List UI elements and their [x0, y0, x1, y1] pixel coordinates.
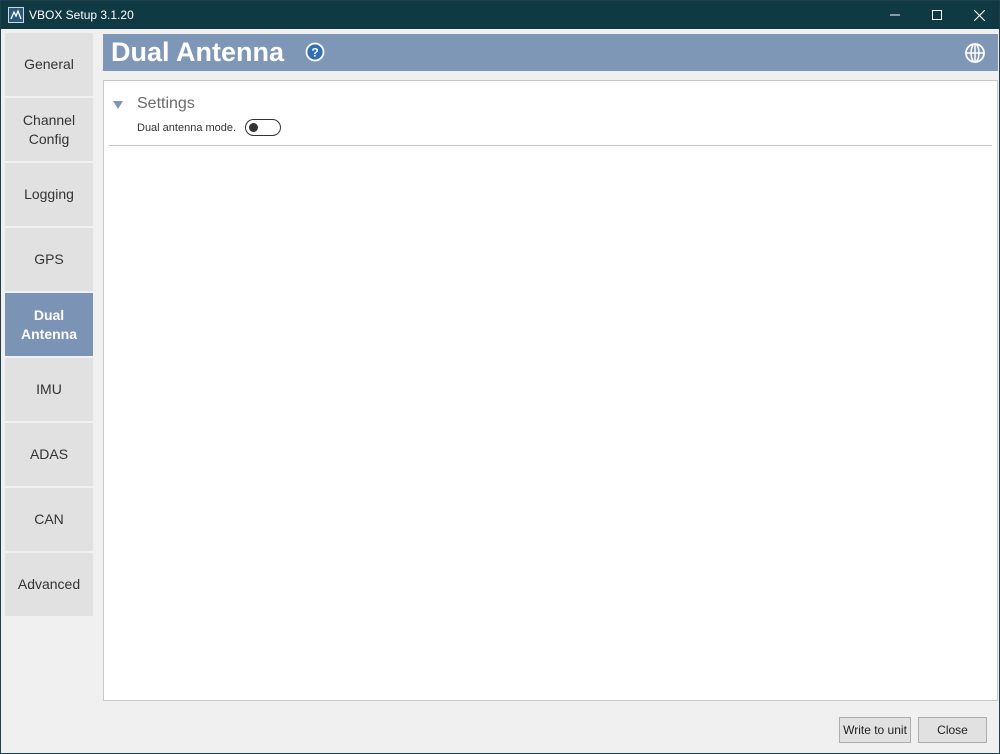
sidebar-item-dual-antenna[interactable]: Dual Antenna: [5, 293, 93, 356]
app-window: VBOX Setup 3.1.20 General Channel Config…: [0, 0, 1000, 754]
collapse-triangle-icon[interactable]: [112, 98, 124, 110]
maximize-button[interactable]: [915, 1, 959, 29]
sidebar-item-channel-config[interactable]: Channel Config: [5, 98, 93, 161]
settings-section-title[interactable]: Settings: [137, 94, 195, 114]
dual-antenna-mode-label: Dual antenna mode.: [137, 122, 237, 134]
sidebar-item-gps[interactable]: GPS: [5, 228, 93, 291]
sidebar-item-imu[interactable]: IMU: [5, 358, 93, 421]
title-bar[interactable]: VBOX Setup 3.1.20: [1, 1, 999, 29]
dual-antenna-mode-toggle[interactable]: [245, 119, 281, 136]
write-to-unit-button[interactable]: Write to unit: [839, 717, 911, 743]
sidebar-nav: General Channel Config Logging GPS Dual …: [5, 33, 93, 618]
globe-icon[interactable]: [964, 42, 986, 64]
close-icon: [973, 9, 985, 21]
minimize-button[interactable]: [873, 1, 917, 29]
content-panel: Settings Dual antenna mode.: [103, 80, 998, 701]
sidebar-item-advanced[interactable]: Advanced: [5, 553, 93, 616]
page-title: Dual Antenna: [111, 37, 285, 67]
page-header: Dual Antenna ?: [103, 34, 998, 71]
client-area: General Channel Config Logging GPS Dual …: [1, 29, 999, 753]
sidebar-item-general[interactable]: General: [5, 33, 93, 96]
minimize-icon: [890, 14, 900, 16]
help-icon[interactable]: ?: [305, 42, 325, 62]
svg-text:?: ?: [311, 46, 318, 60]
close-window-button[interactable]: [957, 1, 999, 29]
toggle-knob: [249, 123, 258, 132]
section-divider: [109, 145, 992, 146]
sidebar-item-can[interactable]: CAN: [5, 488, 93, 551]
sidebar-item-logging[interactable]: Logging: [5, 163, 93, 226]
sidebar-item-adas[interactable]: ADAS: [5, 423, 93, 486]
close-button[interactable]: Close: [918, 717, 987, 743]
app-logo-icon: [8, 7, 24, 23]
maximize-icon: [932, 10, 942, 20]
window-title: VBOX Setup 3.1.20: [29, 8, 134, 22]
